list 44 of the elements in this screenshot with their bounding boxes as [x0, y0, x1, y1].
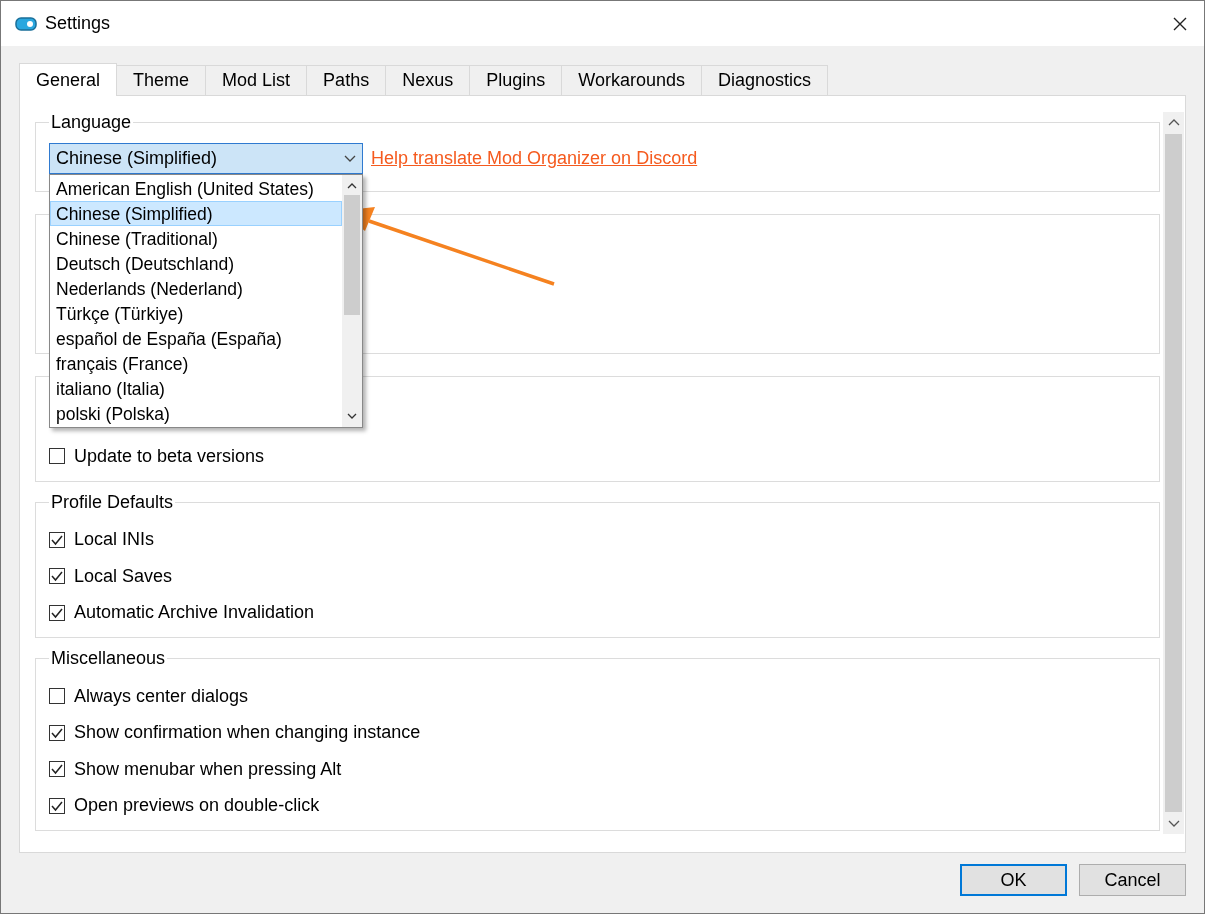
language-dropdown[interactable]: Chinese (Simplified) — [49, 143, 363, 174]
checkbox[interactable] — [49, 724, 65, 741]
chevron-down-icon[interactable] — [347, 413, 357, 419]
checkbox[interactable] — [49, 568, 65, 585]
checkbox[interactable] — [49, 604, 65, 621]
checkbox[interactable] — [49, 797, 65, 814]
dropdown-option[interactable]: American English (United States) — [50, 176, 342, 201]
window-title: Settings — [45, 13, 111, 34]
dialog-button[interactable]: OK — [960, 864, 1067, 896]
dropdown-option[interactable]: français (France) — [50, 351, 342, 376]
checkbox-label: Open previews on double-click — [74, 795, 320, 817]
group-title: Profile Defaults — [50, 491, 175, 513]
tab[interactable]: General — [19, 63, 118, 96]
checkbox[interactable] — [49, 531, 65, 548]
group-title: Miscellaneous — [50, 648, 167, 669]
checkbox-label: Update to beta versions — [74, 445, 265, 467]
checkbox-label: Show confirmation when changing instance — [74, 722, 421, 744]
scrollbar[interactable] — [1163, 112, 1184, 834]
dialog-button[interactable]: Cancel — [1079, 864, 1186, 896]
dropdown-option[interactable]: Deutsch (Deutschland) — [50, 251, 342, 276]
dropdown-option[interactable]: español de España (España) — [50, 326, 342, 351]
close-icon[interactable] — [1172, 15, 1188, 32]
scrollbar[interactable] — [342, 175, 362, 427]
checkbox[interactable] — [49, 688, 65, 705]
checkbox-label: Local Saves — [74, 565, 173, 587]
dropdown-option[interactable]: Türkçe (Türkiye) — [50, 301, 342, 326]
dropdown-option[interactable]: Nederlands (Nederland) — [50, 276, 342, 301]
checkbox-label: Local INIs — [74, 529, 155, 551]
dropdown-option[interactable]: polski (Polska) — [50, 401, 342, 426]
checkbox[interactable] — [49, 448, 65, 465]
dropdown-option[interactable]: Chinese (Traditional) — [50, 226, 342, 251]
checkbox-label: Automatic Archive Invalidation — [74, 602, 315, 624]
chevron-down-icon[interactable] — [1167, 820, 1180, 828]
checkbox[interactable] — [49, 761, 65, 778]
checkbox-label: Always center dialogs — [74, 685, 249, 707]
dropdown-option[interactable]: Chinese (Simplified) — [50, 201, 342, 226]
chevron-down-icon — [344, 154, 356, 163]
chevron-up-icon[interactable] — [1167, 118, 1180, 126]
checkbox-label: Show menubar when pressing Alt — [74, 758, 342, 780]
group-title: Language — [50, 112, 133, 133]
app-icon — [15, 16, 37, 31]
chevron-up-icon[interactable] — [347, 183, 357, 189]
dropdown-option[interactable]: italiano (Italia) — [50, 376, 342, 401]
tab[interactable]: Diagnostics — [700, 65, 828, 95]
